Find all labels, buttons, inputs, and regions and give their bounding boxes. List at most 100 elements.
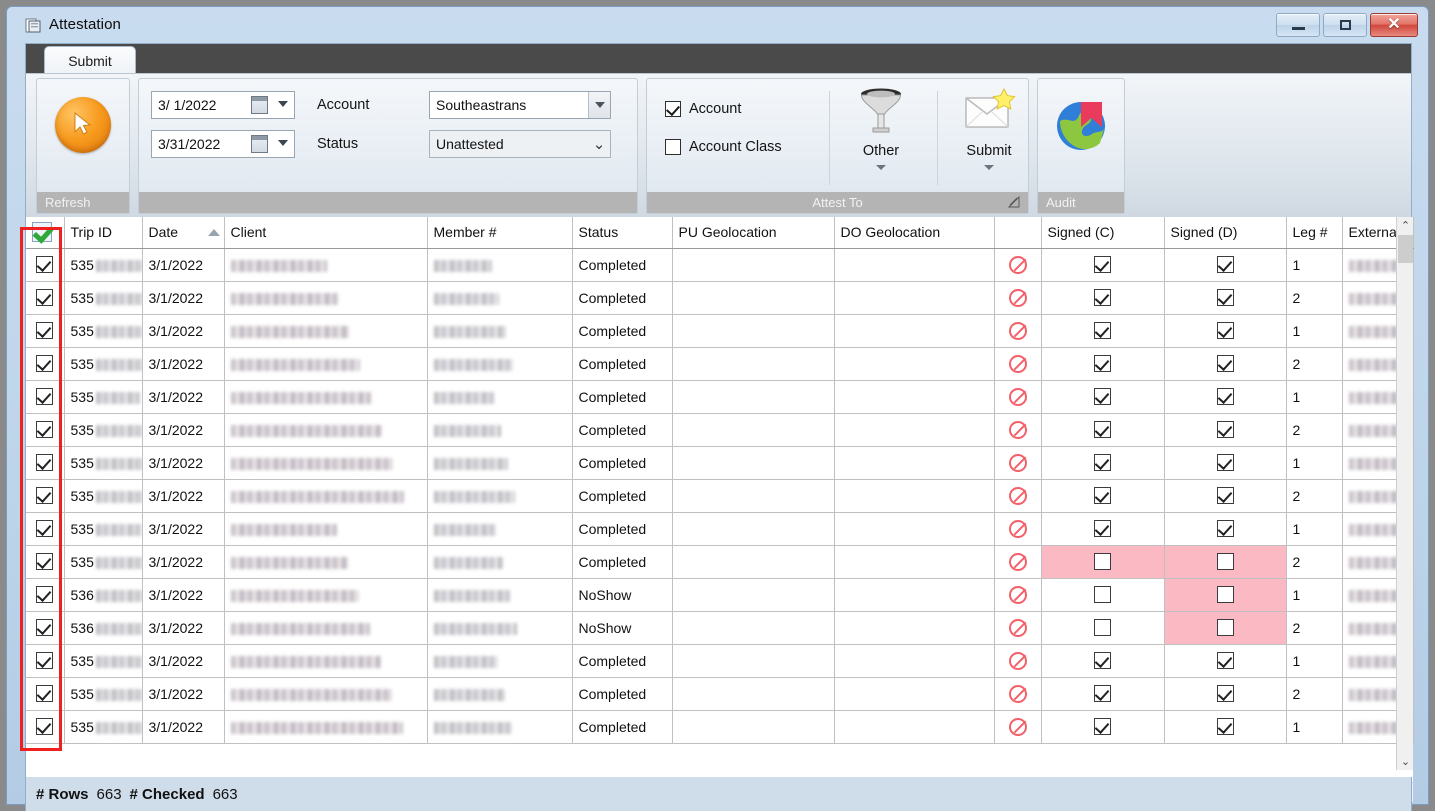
checkbox-unchecked-icon[interactable] (1094, 619, 1111, 637)
cell-signed-c[interactable] (1041, 281, 1165, 315)
cell-signed-d[interactable] (1164, 512, 1287, 546)
cell-signed-d[interactable] (1164, 281, 1287, 315)
checkbox-unchecked-icon[interactable] (1216, 619, 1234, 637)
row-select-checkbox[interactable] (26, 710, 65, 744)
row-select-checkbox[interactable] (26, 578, 65, 612)
attest-account-checkbox[interactable]: Account (665, 101, 741, 117)
checkbox-checked-icon[interactable] (1094, 454, 1111, 472)
header-select-all[interactable] (26, 217, 65, 249)
checkbox-checked-icon[interactable] (1216, 256, 1234, 274)
no-entry-icon[interactable] (1008, 486, 1027, 505)
checkbox-checked-icon[interactable] (1094, 421, 1111, 439)
checkbox-checked-icon[interactable] (36, 619, 54, 637)
cell-signed-c[interactable] (1041, 677, 1165, 711)
no-entry-icon[interactable] (1008, 651, 1027, 670)
table-row[interactable]: 535 3/1/2022 Completed 1 (26, 446, 1414, 480)
header-do-geolocation[interactable]: DO Geolocation (834, 217, 995, 249)
table-row[interactable]: 535 3/1/2022 Completed 2 (26, 545, 1414, 579)
row-select-checkbox[interactable] (26, 314, 65, 348)
no-entry-icon[interactable] (1008, 354, 1027, 373)
date-from-input[interactable]: 3/ 1/2022 (151, 91, 295, 119)
vertical-scroll-thumb[interactable] (1398, 235, 1413, 263)
cell-flag[interactable] (994, 545, 1042, 579)
select-all-checkbox-icon[interactable] (32, 222, 52, 243)
table-row[interactable]: 535 3/1/2022 Completed 2 (26, 677, 1414, 711)
checkbox-checked-icon[interactable] (1216, 652, 1234, 670)
cell-signed-c[interactable] (1041, 644, 1165, 678)
cell-signed-c[interactable] (1041, 380, 1165, 414)
table-row[interactable]: 535 3/1/2022 Completed 1 (26, 644, 1414, 678)
cell-flag[interactable] (994, 380, 1042, 414)
checkbox-checked-icon[interactable] (36, 421, 54, 439)
checkbox-checked-icon[interactable] (1216, 685, 1234, 703)
grid-vertical-scrollbar[interactable]: ⌃ ⌄ (1396, 217, 1413, 770)
checkbox-checked-icon[interactable] (1094, 355, 1111, 373)
cell-signed-d[interactable] (1164, 578, 1287, 612)
cell-signed-c[interactable] (1041, 578, 1165, 612)
cell-flag[interactable] (994, 413, 1042, 447)
account-dropdown-button[interactable] (588, 92, 610, 118)
cell-flag[interactable] (994, 347, 1042, 381)
cell-flag[interactable] (994, 446, 1042, 480)
cell-signed-c[interactable] (1041, 413, 1165, 447)
chevron-down-icon[interactable] (876, 165, 886, 170)
checkbox-checked-icon[interactable] (1094, 388, 1111, 406)
checkbox-checked-icon[interactable] (1094, 520, 1111, 538)
dialog-launcher-icon[interactable] (1007, 195, 1022, 210)
cell-signed-d[interactable] (1164, 380, 1287, 414)
checkbox-checked-icon[interactable] (1094, 256, 1111, 274)
status-combobox[interactable]: Unattested ⌄ (429, 130, 611, 158)
cell-signed-c[interactable] (1041, 512, 1165, 546)
checkbox-checked-icon[interactable] (36, 553, 54, 571)
checkbox-checked-icon[interactable] (36, 289, 54, 307)
header-signed-d[interactable]: Signed (D) (1164, 217, 1287, 249)
checkbox-checked-icon[interactable] (1094, 652, 1111, 670)
checkbox-unchecked-icon[interactable] (1216, 586, 1234, 604)
table-row[interactable]: 535 3/1/2022 Completed 1 (26, 314, 1414, 348)
cell-signed-d[interactable] (1164, 545, 1287, 579)
row-select-checkbox[interactable] (26, 479, 65, 513)
checkbox-checked-icon[interactable] (36, 256, 54, 274)
header-status[interactable]: Status (572, 217, 673, 249)
cell-signed-c[interactable] (1041, 479, 1165, 513)
row-select-checkbox[interactable] (26, 413, 65, 447)
checkbox-checked-icon[interactable] (36, 322, 54, 340)
checkbox-checked-icon[interactable] (1216, 388, 1234, 406)
checkbox-checked-icon[interactable] (1216, 322, 1234, 340)
cell-signed-d[interactable] (1164, 611, 1287, 645)
table-row[interactable]: 536 3/1/2022 NoShow 1 (26, 578, 1414, 612)
table-row[interactable]: 535 3/1/2022 Completed 1 (26, 710, 1414, 744)
attest-account-class-checkbox[interactable]: Account Class (665, 139, 782, 155)
cell-flag[interactable] (994, 578, 1042, 612)
cell-signed-d[interactable] (1164, 314, 1287, 348)
cell-flag[interactable] (994, 611, 1042, 645)
no-entry-icon[interactable] (1008, 585, 1027, 604)
table-row[interactable]: 535 3/1/2022 Completed 1 (26, 380, 1414, 414)
row-select-checkbox[interactable] (26, 611, 65, 645)
no-entry-icon[interactable] (1008, 288, 1027, 307)
checkbox-checked-icon[interactable] (1216, 355, 1234, 373)
checkbox-checked-icon[interactable] (1216, 520, 1234, 538)
tab-submit[interactable]: Submit (44, 46, 136, 75)
row-select-checkbox[interactable] (26, 347, 65, 381)
header-leg[interactable]: Leg # (1286, 217, 1343, 249)
header-signed-c[interactable]: Signed (C) (1041, 217, 1165, 249)
minimize-button[interactable] (1276, 13, 1320, 37)
no-entry-icon[interactable] (1008, 684, 1027, 703)
cell-signed-c[interactable] (1041, 446, 1165, 480)
row-select-checkbox[interactable] (26, 248, 65, 282)
cell-signed-c[interactable] (1041, 710, 1165, 744)
cell-signed-c[interactable] (1041, 314, 1165, 348)
cell-signed-c[interactable] (1041, 611, 1165, 645)
row-select-checkbox[interactable] (26, 281, 65, 315)
checkbox-unchecked-icon[interactable] (1094, 586, 1111, 604)
no-entry-icon[interactable] (1008, 519, 1027, 538)
row-select-checkbox[interactable] (26, 512, 65, 546)
date-to-input[interactable]: 3/31/2022 (151, 130, 295, 158)
cell-flag[interactable] (994, 281, 1042, 315)
table-row[interactable]: 535 3/1/2022 Completed 2 (26, 347, 1414, 381)
checkbox-checked-icon[interactable] (36, 652, 54, 670)
cell-flag[interactable] (994, 644, 1042, 678)
cell-signed-d[interactable] (1164, 347, 1287, 381)
no-entry-icon[interactable] (1008, 453, 1027, 472)
